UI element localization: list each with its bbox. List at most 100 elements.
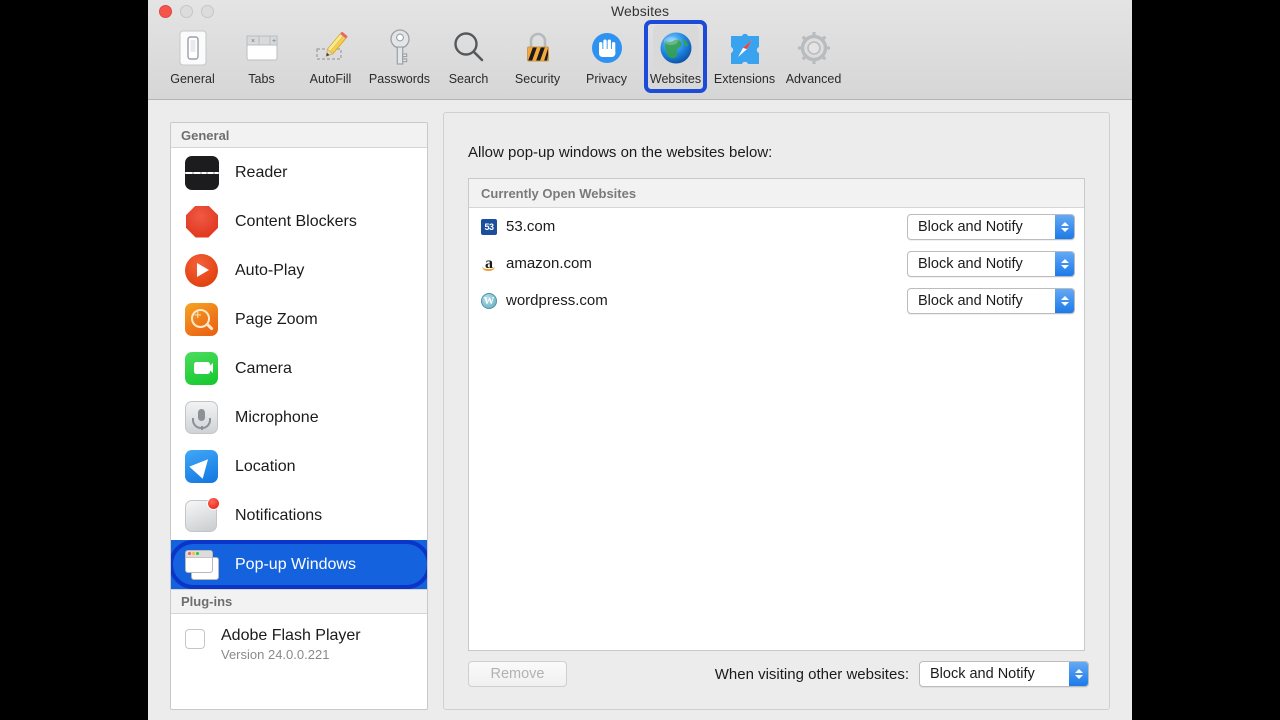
toolbar-item-autofill[interactable]: AutoFill (296, 22, 365, 86)
table-row[interactable]: a amazon.com Block and Notify (469, 245, 1084, 282)
toolbar-label: Extensions (714, 72, 775, 86)
websites-list: Currently Open Websites 53 53.com Block … (468, 178, 1085, 651)
sidebar-item-content-blockers[interactable]: Content Blockers (171, 197, 427, 246)
sidebar-item-reader[interactable]: Reader (171, 148, 427, 197)
site-setting-dropdown[interactable]: Block and Notify (907, 214, 1075, 240)
amazon-favicon: a (481, 256, 497, 272)
sidebar-item-page-zoom[interactable]: Page Zoom (171, 295, 427, 344)
sidebar-item-notifications[interactable]: Notifications (171, 491, 427, 540)
dropdown-value: Block and Notify (908, 256, 1055, 272)
toolbar-label: Passwords (369, 72, 430, 86)
extensions-puzzle-icon (722, 25, 768, 71)
dropdown-value: Block and Notify (920, 666, 1069, 682)
site-setting-dropdown[interactable]: Block and Notify (907, 251, 1075, 277)
wordpress-favicon: W (481, 293, 497, 309)
toolbar-item-search[interactable]: Search (434, 22, 503, 86)
toolbar-label: Search (449, 72, 489, 86)
microphone-icon (185, 401, 219, 435)
chevron-updown-icon (1055, 289, 1074, 313)
toolbar-item-tabs[interactable]: × + Tabs (227, 22, 296, 86)
dropdown-value: Block and Notify (908, 219, 1055, 235)
sidebar-group-plugins: Plug-ins (171, 589, 427, 614)
site-domain: wordpress.com (506, 292, 907, 309)
table-row[interactable]: 53 53.com Block and Notify (469, 208, 1084, 245)
sidebar-item-camera[interactable]: Camera (171, 344, 427, 393)
plugin-checkbox[interactable] (185, 629, 205, 649)
pane-description: Allow pop-up windows on the websites bel… (468, 144, 772, 161)
sidebar-item-location[interactable]: Location (171, 442, 427, 491)
sidebar-item-label: Notifications (235, 507, 322, 525)
toolbar-label: Security (515, 72, 560, 86)
dropdown-value: Block and Notify (908, 293, 1055, 309)
reader-icon (185, 156, 219, 190)
popup-windows-pane: Allow pop-up windows on the websites bel… (443, 112, 1110, 710)
toolbar-label: AutoFill (310, 72, 352, 86)
window-title: Websites (148, 3, 1132, 19)
plugin-version: Version 24.0.0.221 (221, 647, 361, 662)
preferences-body: General Reader Content Blockers (148, 100, 1132, 720)
toolbar-label: General (170, 72, 214, 86)
popup-windows-icon (185, 548, 219, 582)
notifications-icon (185, 499, 219, 533)
toolbar-item-advanced[interactable]: Advanced (779, 22, 848, 86)
search-magnifier-icon (446, 25, 492, 71)
chevron-updown-icon (1069, 662, 1088, 686)
sidebar-plugin-adobe-flash-player[interactable]: Adobe Flash Player Version 24.0.0.221 (171, 614, 427, 662)
sidebar-group-general: General (171, 123, 427, 148)
list-section-header: Currently Open Websites (469, 179, 1084, 208)
sidebar-item-label: Pop-up Windows (235, 556, 356, 574)
sidebar-item-label: Page Zoom (235, 311, 318, 329)
security-lock-icon (515, 25, 561, 71)
toolbar-label: Advanced (786, 72, 842, 86)
site-domain: amazon.com (506, 255, 907, 272)
remove-button[interactable]: Remove (468, 661, 567, 687)
toolbar-item-security[interactable]: Security (503, 22, 572, 86)
content-blockers-icon (185, 205, 219, 239)
safari-preferences-window: Websites General (148, 0, 1132, 720)
privacy-hand-icon (584, 25, 630, 71)
table-row[interactable]: W wordpress.com Block and Notify (469, 282, 1084, 319)
tabs-icon: × + (239, 25, 285, 71)
default-setting-label: When visiting other websites: (715, 666, 909, 683)
default-setting-group: When visiting other websites: Block and … (715, 661, 1089, 687)
window-titlebar: Websites General (148, 0, 1132, 100)
passwords-key-icon (377, 25, 423, 71)
general-icon (170, 25, 216, 71)
fifth-third-favicon: 53 (481, 219, 497, 235)
advanced-gear-icon (791, 25, 837, 71)
toolbar-label: Tabs (248, 72, 274, 86)
auto-play-icon (185, 254, 219, 288)
toolbar-item-general[interactable]: General (158, 22, 227, 86)
svg-text:+: + (272, 38, 276, 45)
toolbar-item-privacy[interactable]: Privacy (572, 22, 641, 86)
sidebar-item-label: Reader (235, 164, 287, 182)
toolbar-item-passwords[interactable]: Passwords (365, 22, 434, 86)
autofill-icon (308, 25, 354, 71)
pane-footer: Remove When visiting other websites: Blo… (468, 661, 1089, 687)
toolbar-label: Websites (650, 72, 701, 86)
site-setting-dropdown[interactable]: Block and Notify (907, 288, 1075, 314)
sidebar-item-microphone[interactable]: Microphone (171, 393, 427, 442)
sidebar-item-label: Content Blockers (235, 213, 357, 231)
site-domain: 53.com (506, 218, 907, 235)
preferences-toolbar: General × + Tabs (148, 22, 1132, 86)
chevron-updown-icon (1055, 252, 1074, 276)
plugin-name: Adobe Flash Player (221, 626, 361, 645)
svg-text:×: × (251, 38, 255, 45)
default-setting-dropdown[interactable]: Block and Notify (919, 661, 1089, 687)
sidebar-item-label: Location (235, 458, 296, 476)
sidebar-item-label: Microphone (235, 409, 319, 427)
toolbar-label: Privacy (586, 72, 627, 86)
sidebar-item-auto-play[interactable]: Auto-Play (171, 246, 427, 295)
settings-sidebar: General Reader Content Blockers (170, 122, 428, 710)
location-icon (185, 450, 219, 484)
sidebar-item-label: Camera (235, 360, 292, 378)
screen: Websites General (0, 0, 1280, 720)
websites-globe-icon (653, 25, 699, 71)
camera-icon (185, 352, 219, 386)
chevron-updown-icon (1055, 215, 1074, 239)
sidebar-item-popup-windows[interactable]: Pop-up Windows (171, 540, 427, 589)
toolbar-item-extensions[interactable]: Extensions (710, 22, 779, 86)
sidebar-item-label: Auto-Play (235, 262, 304, 280)
toolbar-item-websites[interactable]: Websites (641, 22, 710, 86)
